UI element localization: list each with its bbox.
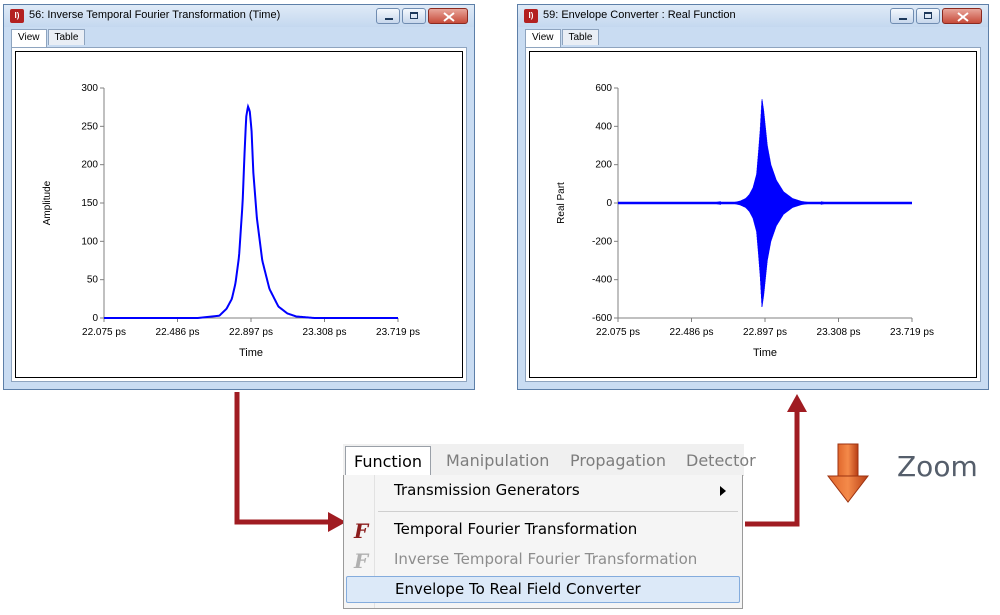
fourier-icon: F xyxy=(354,519,369,543)
function-dropdown: Transmission Generators F Temporal Fouri… xyxy=(343,475,743,609)
window-titlebar[interactable]: I) 59: Envelope Converter : Real Functio… xyxy=(518,5,988,27)
menu-item-label: Temporal Fourier Transformation xyxy=(394,520,638,538)
window-inverse-fourier: I) 56: Inverse Temporal Fourier Transfor… xyxy=(3,4,475,390)
x-axis-label: Time xyxy=(753,347,777,359)
x-tick-label: 22.486 ps xyxy=(156,327,200,338)
menu-item-label: Transmission Generators xyxy=(394,481,580,499)
y-tick-label: 200 xyxy=(595,160,612,171)
arrow-head-icon xyxy=(787,394,807,412)
y-tick-label: -600 xyxy=(592,313,612,324)
close-icon xyxy=(957,12,969,22)
minimize-button[interactable] xyxy=(376,8,400,24)
real-part-chart: -600 -400 -200 0 200 400 600 22.075 ps 22.486 ps… xyxy=(556,83,934,359)
tab-table[interactable]: Table xyxy=(561,29,600,45)
zoom-label: Zoom xyxy=(897,450,978,483)
close-button[interactable] xyxy=(942,8,982,24)
y-tick-label: 50 xyxy=(87,275,99,286)
y-tick-label: 200 xyxy=(81,160,98,171)
y-tick-label: 300 xyxy=(81,83,98,94)
amplitude-chart: 0 50 100 150 200 250 300 22.075 ps 22.486 ps 22.8… xyxy=(42,83,420,359)
close-button[interactable] xyxy=(428,8,468,24)
plot-area: -600 -400 -200 0 200 400 600 22.075 ps 22.486 ps… xyxy=(525,47,981,382)
submenu-arrow-icon xyxy=(720,486,726,496)
x-tick-label: 22.075 ps xyxy=(82,327,126,338)
x-tick-label: 22.075 ps xyxy=(596,327,640,338)
tab-view[interactable]: View xyxy=(525,29,561,47)
y-tick-label: -200 xyxy=(592,236,612,247)
app-icon: I) xyxy=(524,9,538,23)
menu-propagation[interactable]: Propagation xyxy=(570,451,666,470)
series-line xyxy=(104,103,398,319)
x-tick-label: 23.308 ps xyxy=(817,327,861,338)
plot-area: 0 50 100 150 200 250 300 22.075 ps 22.486 ps 22.8… xyxy=(11,47,467,382)
menu-item-inverse-temporal-fourier: F Inverse Temporal Fourier Transformatio… xyxy=(346,547,740,574)
app-icon: I) xyxy=(10,9,24,23)
y-tick-label: 0 xyxy=(92,313,98,324)
menu-function[interactable]: Function xyxy=(345,446,432,477)
y-tick-label: 250 xyxy=(81,121,98,132)
x-tick-label: 22.897 ps xyxy=(229,327,273,338)
y-tick-label: 150 xyxy=(81,198,98,209)
window-title: 59: Envelope Converter : Real Function xyxy=(543,9,736,21)
x-tick-label: 23.719 ps xyxy=(376,327,420,338)
menu-manipulation[interactable]: Manipulation xyxy=(446,451,549,470)
flow-arrow-to-menu xyxy=(234,392,330,525)
y-tick-label: -400 xyxy=(592,275,612,286)
close-icon xyxy=(443,12,455,22)
y-tick-label: 400 xyxy=(595,121,612,132)
menu-detector[interactable]: Detector xyxy=(686,451,756,470)
menu-item-transmission-generators[interactable]: Transmission Generators xyxy=(346,478,740,505)
function-menu: Function Manipulation Propagation Detect… xyxy=(343,444,756,609)
menu-item-temporal-fourier[interactable]: F Temporal Fourier Transformation xyxy=(346,517,740,544)
menubar: Function Manipulation Propagation Detect… xyxy=(343,444,756,477)
window-titlebar[interactable]: I) 56: Inverse Temporal Fourier Transfor… xyxy=(4,5,474,27)
x-tick-label: 23.308 ps xyxy=(303,327,347,338)
x-tick-label: 23.719 ps xyxy=(890,327,934,338)
x-tick-label: 22.486 ps xyxy=(670,327,714,338)
menu-item-label: Envelope To Real Field Converter xyxy=(395,580,641,598)
inverse-fourier-icon: F xyxy=(354,549,369,573)
zoom-down-arrow-icon xyxy=(826,443,870,503)
y-axis-label: Amplitude xyxy=(42,180,53,225)
x-axis-label: Time xyxy=(239,347,263,359)
window-title: 56: Inverse Temporal Fourier Transformat… xyxy=(29,9,281,21)
maximize-button[interactable] xyxy=(402,8,426,24)
menu-item-envelope-to-real[interactable]: Envelope To Real Field Converter xyxy=(346,576,740,603)
tab-view[interactable]: View xyxy=(11,29,47,47)
menu-item-label: Inverse Temporal Fourier Transformation xyxy=(394,550,698,568)
maximize-button[interactable] xyxy=(916,8,940,24)
tab-table[interactable]: Table xyxy=(47,29,86,45)
y-tick-label: 100 xyxy=(81,236,98,247)
minimize-button[interactable] xyxy=(890,8,914,24)
window-envelope-converter: I) 59: Envelope Converter : Real Functio… xyxy=(517,4,989,390)
y-tick-label: 600 xyxy=(595,83,612,94)
y-tick-label: 0 xyxy=(606,198,612,209)
y-axis-label: Real Part xyxy=(556,182,567,224)
x-tick-label: 22.897 ps xyxy=(743,327,787,338)
